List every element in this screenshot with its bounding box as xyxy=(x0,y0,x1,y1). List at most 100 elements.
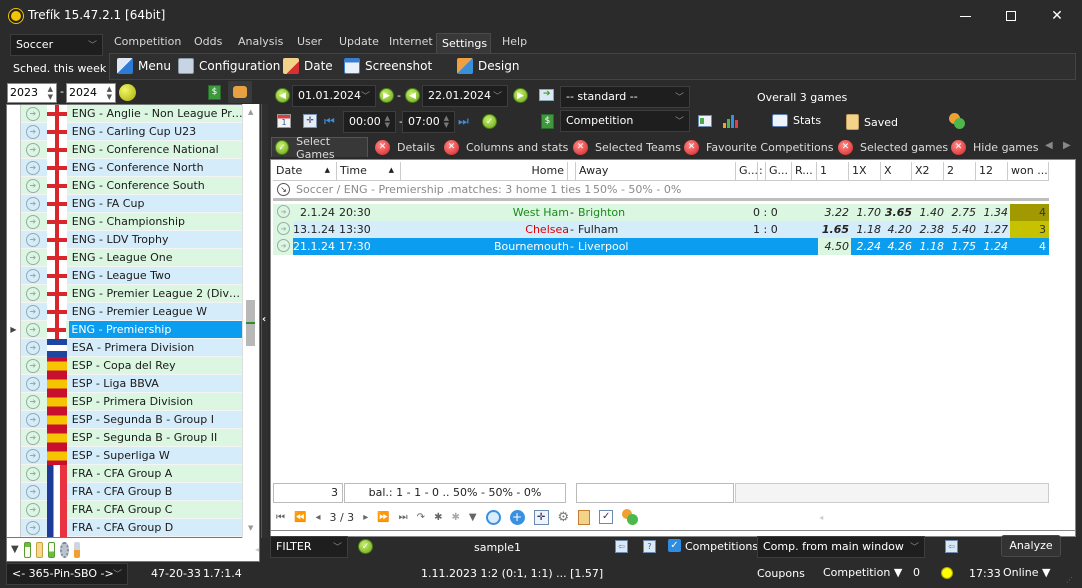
splitter[interactable]: ‹ xyxy=(261,104,268,538)
minimize-button[interactable] xyxy=(942,0,988,32)
filter-icon[interactable]: ▼ xyxy=(469,512,477,523)
calendar-icon[interactable]: 1 xyxy=(277,114,291,128)
asterisk-icon[interactable]: ✱ xyxy=(434,512,442,523)
nav-next-page-icon[interactable]: ⏩ xyxy=(377,512,389,523)
tab-details[interactable]: ✕ Details xyxy=(375,137,435,157)
nav-last-icon[interactable]: ⏭ xyxy=(399,512,408,523)
competition-row[interactable]: ▶ ➔ ENG - Premiership xyxy=(7,320,243,339)
team-button[interactable] xyxy=(228,81,252,103)
bookmaker-select[interactable]: <- 365-Pin-SBO -> ﹀ xyxy=(6,563,128,585)
last-icon[interactable]: ⏭ xyxy=(458,114,469,129)
confirm-icon[interactable]: ✓ xyxy=(482,114,497,129)
nav-prev-icon[interactable]: ◂ xyxy=(315,512,320,523)
match-row[interactable]: ➔ 21.1.24 17:30 Bournemouth - Liverpool 4.50 2.… xyxy=(273,238,1049,255)
col-2[interactable]: 2 xyxy=(944,162,976,181)
go-arrow-icon[interactable]: ➔ xyxy=(25,124,40,139)
sport-select[interactable]: Soccer ﹀ xyxy=(10,34,103,56)
competition-row[interactable]: ➔ ENG - Championship xyxy=(7,212,243,231)
expand-icon[interactable]: ✛ xyxy=(303,114,317,128)
competition-row[interactable]: ➔ ESA - Primera Division xyxy=(7,338,243,357)
col-colon[interactable]: : xyxy=(758,162,766,181)
ribbon-design-button[interactable]: Design xyxy=(457,58,519,74)
go-arrow-icon[interactable]: ➔ xyxy=(25,304,40,319)
refresh-icon[interactable]: ↷ xyxy=(417,512,425,523)
competition-row[interactable]: ➔ FRA - CFA Group D xyxy=(7,518,243,537)
scroll-up-icon[interactable]: ▲ xyxy=(248,108,253,116)
scroll-left-icon[interactable]: ◂ xyxy=(819,513,823,522)
go-arrow-icon[interactable]: ➔ xyxy=(25,322,40,337)
go-arrow-icon[interactable]: ➔ xyxy=(25,394,40,409)
ribbon-menu-button[interactable]: Menu xyxy=(117,58,171,74)
date-to-picker[interactable]: 22.01.2024 ﹀ xyxy=(422,85,508,107)
col-goals-away[interactable]: G... xyxy=(766,162,792,181)
col-away[interactable]: Away xyxy=(576,162,736,181)
tab-selected-games[interactable]: ✕ Selected games xyxy=(838,137,948,157)
table-icon[interactable] xyxy=(23,541,31,558)
saved-button[interactable]: Saved xyxy=(846,114,898,130)
go-arrow-icon[interactable]: ➔ xyxy=(277,239,290,252)
col-x[interactable]: X xyxy=(881,162,912,181)
competition-row[interactable]: ➔ ENG - Carling Cup U23 xyxy=(7,122,243,141)
time-to-spinner[interactable]: 07:00 ▲ ▼ xyxy=(402,111,455,133)
competition-row[interactable]: ➔ ENG - Conference National xyxy=(7,140,243,159)
menu-internet[interactable]: Internet xyxy=(389,35,433,48)
competition-row[interactable]: ➔ ENG - LDV Trophy xyxy=(7,230,243,249)
competition-row[interactable]: ➔ ESP - Superliga W xyxy=(7,446,243,465)
go-arrow-icon[interactable]: ➔ xyxy=(25,466,40,481)
scrollbar-thumb[interactable] xyxy=(246,300,255,346)
resize-grip-icon[interactable]: ⋰ xyxy=(1066,576,1073,584)
magic-wand-icon[interactable] xyxy=(35,541,44,558)
add-icon[interactable]: + xyxy=(509,509,525,525)
go-arrow-icon[interactable]: ➔ xyxy=(25,214,40,229)
col-x2[interactable]: X2 xyxy=(912,162,944,181)
year-from-spinner[interactable]: 2023 ▲ ▼ xyxy=(7,83,57,103)
collapse-icon[interactable]: ‹ xyxy=(262,314,266,325)
go-arrow-icon[interactable]: ➔ xyxy=(25,502,40,517)
help-icon[interactable]: ? xyxy=(643,540,656,553)
go-arrow-icon[interactable]: ➔ xyxy=(25,106,40,121)
group-header-row[interactable]: ↘ Soccer / ENG - Premiership .matches: 3… xyxy=(273,181,1049,201)
tab-columns-and-stats[interactable]: ✕ Columns and stats xyxy=(444,137,568,157)
bar-chart-icon[interactable] xyxy=(723,114,738,128)
sched-this-week-label[interactable]: Sched. this week xyxy=(13,62,106,75)
money-icon[interactable]: $ xyxy=(541,114,554,129)
competition-row[interactable]: ➔ ENG - Anglie - Non League Pre... xyxy=(7,105,243,123)
close-tab-icon[interactable]: ✕ xyxy=(573,139,588,155)
close-tab-icon[interactable]: ✕ xyxy=(375,139,390,155)
date-to-next-icon[interactable]: ▶ xyxy=(513,88,528,103)
group-select[interactable]: Competition ﹀ xyxy=(560,110,690,132)
ribbon-configuration-button[interactable]: Configuration xyxy=(178,58,280,74)
competition-row[interactable]: ➔ FRA - CFA Group B xyxy=(7,482,243,501)
menu-settings[interactable]: Settings xyxy=(436,33,491,53)
close-tab-icon[interactable]: ✕ xyxy=(838,139,853,155)
match-row[interactable]: ➔ 13.1.24 13:30 Chelsea - Fulham 1 : 0 1.65 1.18… xyxy=(273,221,1049,238)
columns-icon[interactable] xyxy=(698,115,712,127)
clipboard-icon[interactable] xyxy=(578,509,591,525)
nav-next-icon[interactable]: ▸ xyxy=(363,512,368,523)
filter-icon[interactable]: ▼ xyxy=(11,544,19,555)
go-arrow-icon[interactable]: ➔ xyxy=(25,520,40,535)
go-arrow-icon[interactable]: ➔ xyxy=(25,250,40,265)
tab-selected-teams[interactable]: ✕ Selected Teams xyxy=(573,137,681,157)
scroll-left-icon[interactable]: ◂ xyxy=(255,545,259,554)
go-arrow-icon[interactable]: ➔ xyxy=(25,340,40,355)
close-tab-icon[interactable]: ✕ xyxy=(444,139,459,155)
stats-button[interactable]: Stats xyxy=(772,114,821,127)
tennis-ball-icon[interactable] xyxy=(119,84,136,101)
competition-row[interactable]: ➔ ENG - League Two xyxy=(7,266,243,285)
menu-analysis[interactable]: Analysis xyxy=(238,35,283,48)
col-goals-home[interactable]: G... xyxy=(736,162,758,181)
back-icon[interactable]: ⇦ xyxy=(945,540,958,553)
col-won[interactable]: won ... xyxy=(1008,162,1049,181)
tab-select-games[interactable]: ✓ Select Games xyxy=(271,135,368,161)
currency-icon[interactable] xyxy=(622,509,639,525)
go-arrow-icon[interactable]: ➔ xyxy=(25,160,40,175)
col-1[interactable]: 1 xyxy=(817,162,849,181)
go-arrow-icon[interactable]: ➔ xyxy=(25,196,40,211)
coupons-button[interactable]: Coupons xyxy=(757,567,805,580)
col-time[interactable]: Time ▲ xyxy=(337,162,401,181)
col-home[interactable]: Home xyxy=(401,162,568,181)
filter-ok-icon[interactable]: ✓ xyxy=(358,539,373,554)
expand-icon[interactable]: ✛ xyxy=(533,509,549,525)
ribbon-screenshot-button[interactable]: Screenshot xyxy=(344,58,432,74)
